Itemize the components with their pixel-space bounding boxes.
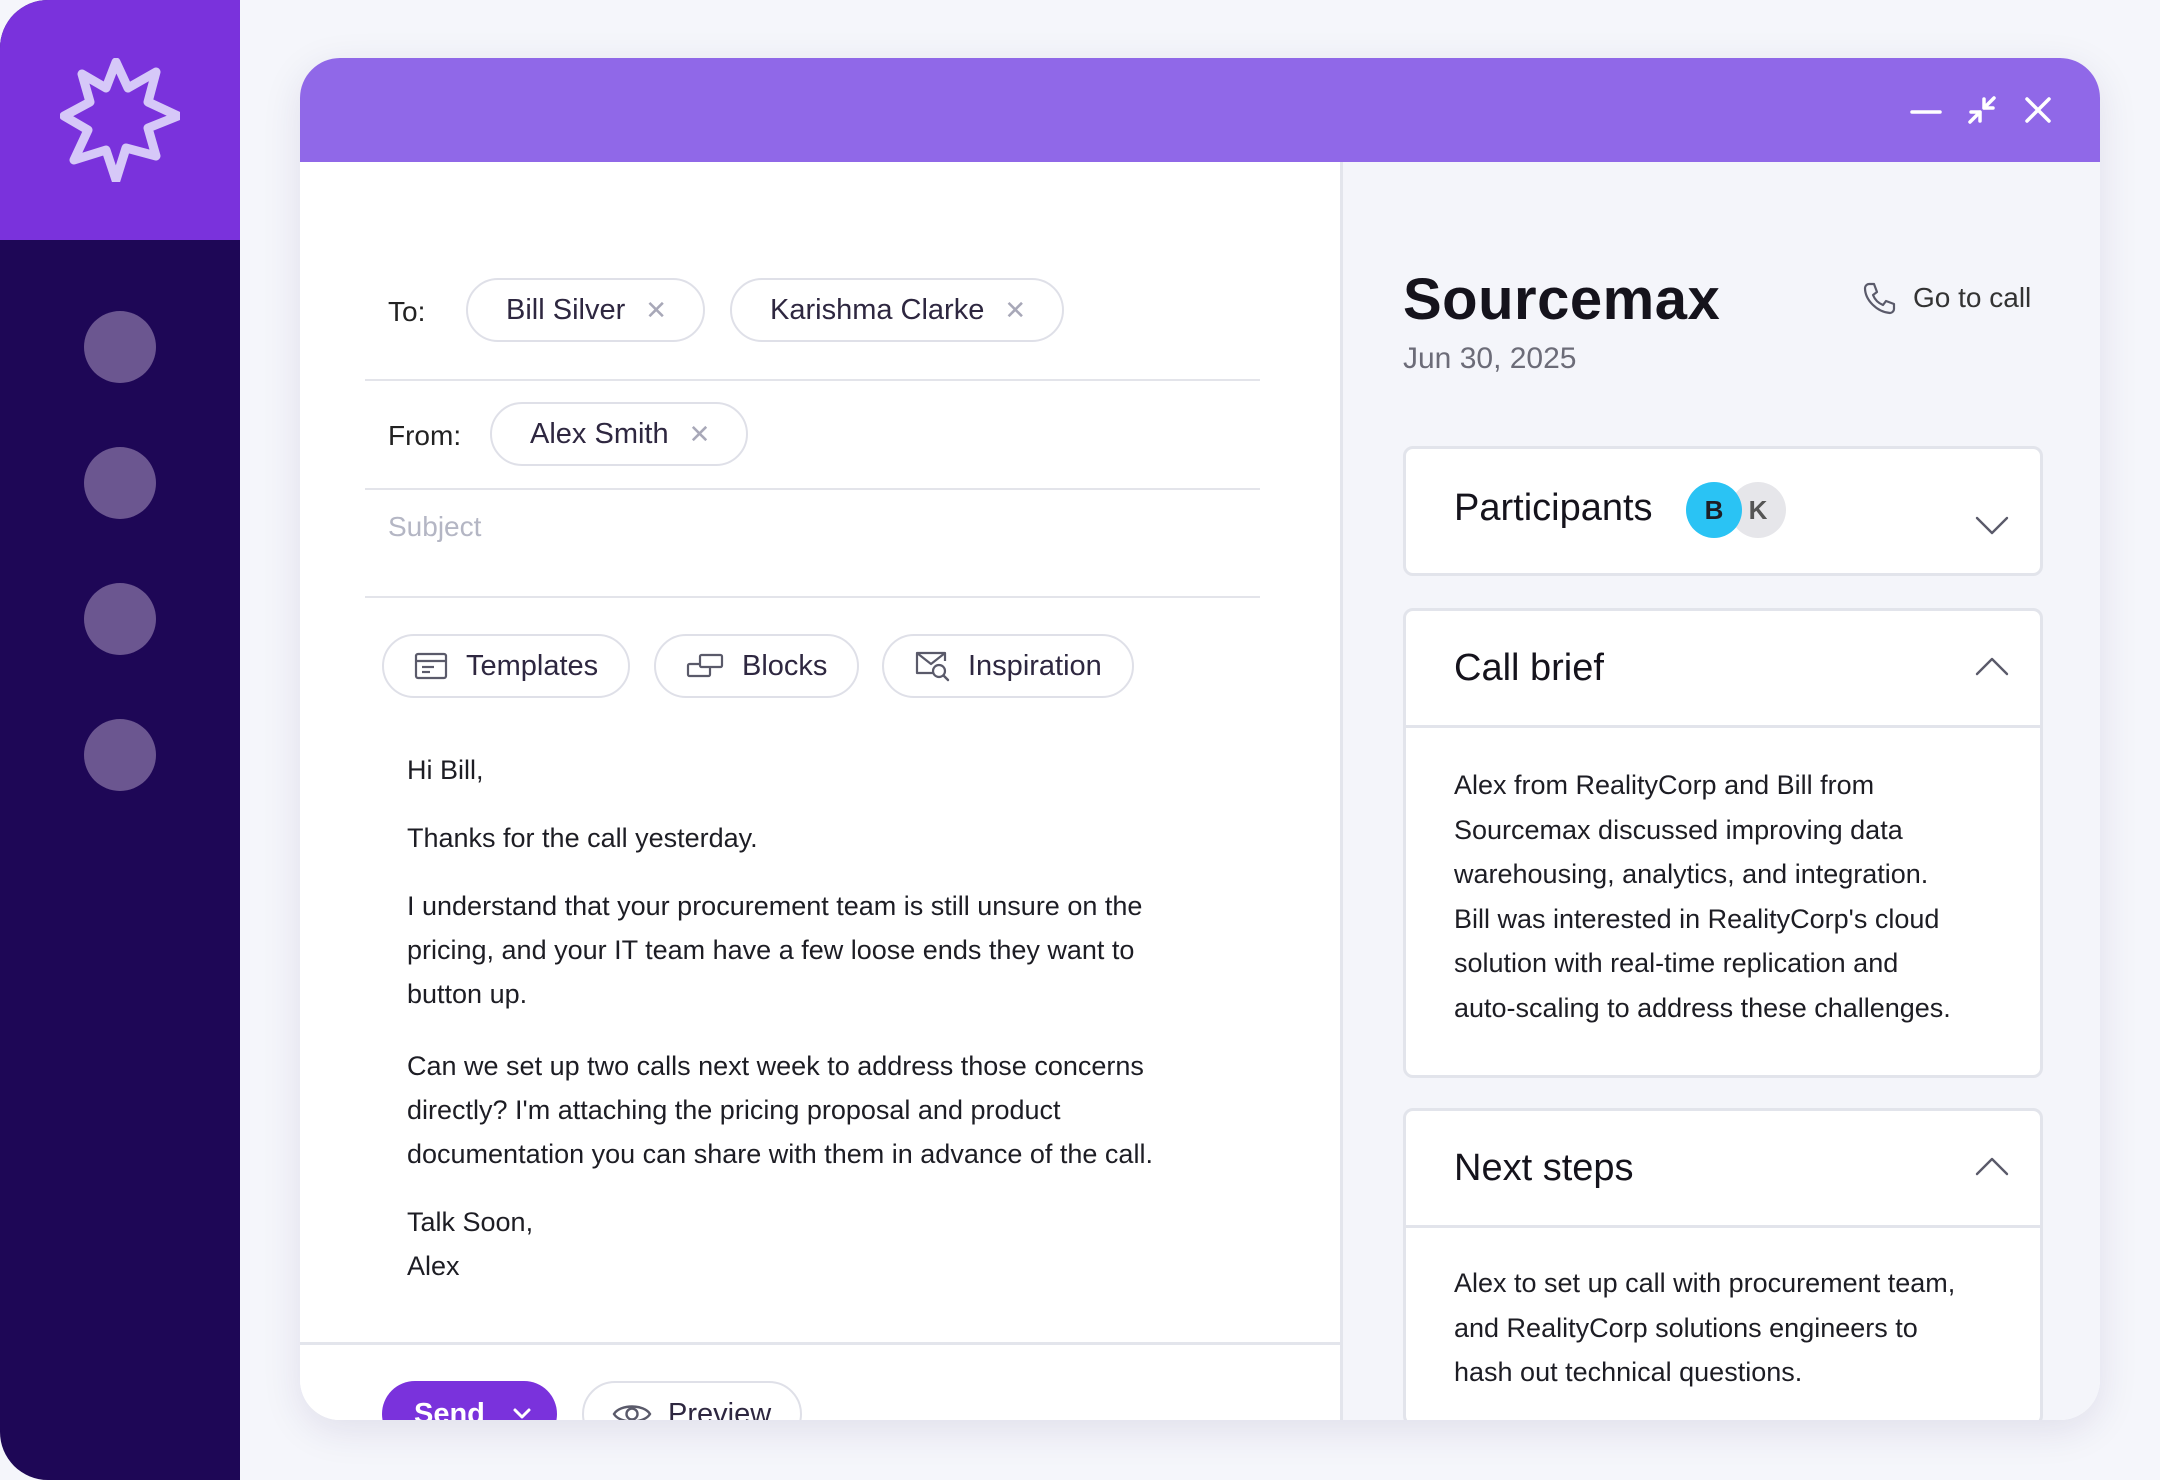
phone-icon: [1863, 282, 1896, 315]
call-brief-heading: Call brief: [1454, 647, 1604, 689]
inspiration-button[interactable]: Inspiration: [882, 634, 1134, 698]
chevron-down-icon: [1975, 516, 2009, 535]
recipient-chip-bill-silver[interactable]: Bill Silver ✕: [466, 278, 706, 342]
subject-input[interactable]: [388, 502, 1248, 552]
body-line: directly? I'm attaching the pricing prop…: [407, 1095, 1061, 1125]
body-line: pricing, and your IT team have a few loo…: [407, 935, 1135, 965]
preview-label: Preview: [668, 1397, 772, 1421]
divider: [1406, 725, 2040, 728]
close-icon[interactable]: [2018, 90, 2058, 130]
footer-divider: [300, 1342, 1340, 1345]
call-brief-text: Alex from RealityCorp and Bill from Sour…: [1454, 763, 2014, 1030]
divider: [365, 379, 1260, 381]
call-brief-panel: Call brief Alex from RealityCorp and Bil…: [1403, 608, 2043, 1078]
send-label: Send: [414, 1397, 485, 1421]
avatar[interactable]: B: [1686, 482, 1742, 538]
mail-search-icon: [915, 651, 950, 682]
rail-nav-item-2[interactable]: [84, 447, 156, 519]
chevron-up-icon: [1975, 657, 2009, 676]
participants-panel[interactable]: Participants K B: [1403, 446, 2043, 576]
participants-heading: Participants: [1454, 487, 1653, 529]
brief-line: Sourcemax discussed improving data: [1454, 814, 1903, 845]
go-to-call-link[interactable]: Go to call: [1861, 280, 2031, 316]
brief-line: Alex from RealityCorp and Bill from: [1454, 770, 1875, 800]
rail-nav-item-3[interactable]: [84, 583, 156, 655]
email-body[interactable]: Hi Bill,: [407, 748, 1227, 792]
body-line: documentation you can share with them in…: [407, 1139, 1153, 1169]
chevron-down-icon: [513, 1408, 531, 1419]
remove-icon[interactable]: ✕: [645, 295, 667, 326]
template-icon: [414, 652, 448, 680]
divider: [365, 596, 1260, 598]
app-rail: [0, 0, 240, 1480]
sender-chip-alex-smith[interactable]: Alex Smith ✕: [490, 402, 749, 466]
body-paragraph-2: I understand that your procurement team …: [407, 884, 1227, 1016]
next-steps-panel: Next steps Alex to set up call with proc…: [1403, 1108, 2043, 1420]
sender-name: Alex Smith: [530, 417, 669, 450]
templates-button[interactable]: Templates: [382, 634, 631, 698]
send-button[interactable]: Send: [382, 1381, 557, 1420]
body-line: Can we set up two calls next week to add…: [407, 1051, 1144, 1081]
brief-line: Bill was interested in RealityCorp's clo…: [1454, 903, 1940, 934]
body-line: button up.: [407, 979, 528, 1009]
divider: [1406, 1225, 2040, 1228]
recipient-name: Bill Silver: [506, 293, 626, 326]
body-paragraph-1: Thanks for the call yesterday.: [407, 823, 758, 853]
signoff-block: Talk Soon, Alex: [407, 1200, 1227, 1288]
brief-line: solution with real-time replication and: [1454, 948, 1899, 978]
next-steps-text: Alex to set up call with procurement tea…: [1454, 1261, 2014, 1395]
eye-icon: [612, 1405, 652, 1420]
body-paragraph-3: Can we set up two calls next week to add…: [407, 1044, 1227, 1176]
recipient-chip-karishma-clarke[interactable]: Karishma Clarke ✕: [730, 278, 1065, 342]
collapse-icon[interactable]: [1962, 90, 2002, 130]
body-line: I understand that your procurement team …: [407, 891, 1143, 921]
to-label: To:: [388, 296, 426, 327]
minimize-icon[interactable]: [1906, 90, 1946, 130]
compose-window: To: Bill Silver ✕ Karishma Clarke ✕ From…: [300, 58, 2100, 1420]
go-to-call-label: Go to call: [1913, 282, 2032, 313]
preview-button[interactable]: Preview: [582, 1381, 802, 1420]
rail-nav-item-1[interactable]: [84, 311, 156, 383]
from-label: From:: [388, 420, 462, 451]
compose-pane: To: Bill Silver ✕ Karishma Clarke ✕ From…: [300, 162, 1340, 1420]
signature: Alex: [407, 1251, 460, 1281]
templates-label: Templates: [466, 649, 599, 682]
blocks-button[interactable]: Blocks: [654, 634, 860, 698]
greeting: Hi Bill,: [407, 755, 484, 785]
signoff: Talk Soon,: [407, 1207, 534, 1237]
divider: [365, 488, 1260, 490]
blocks-label: Blocks: [742, 649, 828, 682]
remove-icon[interactable]: ✕: [689, 419, 711, 450]
next-step-line: hash out technical questions.: [1454, 1357, 1803, 1387]
blocks-icon: [686, 653, 724, 678]
account-title: Sourcemax: [1403, 267, 1721, 332]
rail-nav-item-4[interactable]: [84, 719, 156, 791]
next-steps-heading: Next steps: [1454, 1147, 1634, 1189]
window-titlebar: [300, 58, 2100, 162]
next-step-line: Alex to set up call with procurement tea…: [1454, 1268, 1956, 1298]
chevron-up-icon: [1975, 1157, 2009, 1176]
recipient-name: Karishma Clarke: [770, 293, 985, 326]
call-date: Jun 30, 2025: [1403, 342, 1577, 375]
inspiration-label: Inspiration: [968, 649, 1102, 682]
starburst-logo-icon: [60, 58, 180, 182]
brand-logo[interactable]: [0, 0, 240, 240]
call-summary-pane: Sourcemax Jun 30, 2025 Go to call Partic…: [1340, 162, 2100, 1420]
brief-line: auto-scaling to address these challenges…: [1454, 992, 1951, 1023]
remove-icon[interactable]: ✕: [1004, 295, 1026, 326]
next-step-line: and RealityCorp solutions engineers to: [1454, 1312, 1918, 1343]
brief-line: warehousing, analytics, and integration.: [1454, 859, 1929, 889]
